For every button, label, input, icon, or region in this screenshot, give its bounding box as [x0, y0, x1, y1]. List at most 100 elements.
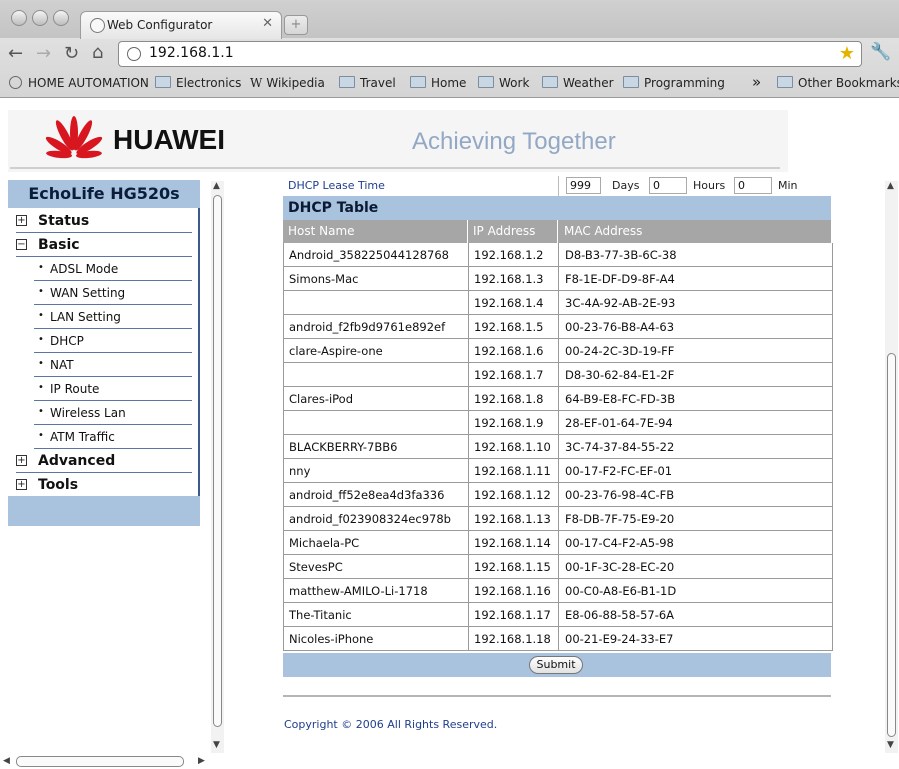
minimize-window-button[interactable] [32, 10, 48, 26]
bookmark-programming[interactable]: Programming [623, 76, 725, 90]
wrench-menu-icon[interactable]: 🔧 [870, 42, 891, 62]
bookmark-home[interactable]: Home [410, 76, 466, 90]
expand-plus-icon[interactable]: + [16, 215, 27, 226]
back-arrow-icon[interactable]: ← [8, 43, 23, 64]
scroll-left-arrow-icon[interactable]: ◀ [3, 756, 10, 766]
scroll-right-arrow-icon[interactable]: ▶ [198, 756, 205, 766]
bullet-icon: • [38, 430, 44, 441]
sidebar-item-dhcp[interactable]: • DHCP [34, 330, 192, 353]
bookmark-other-bookmarks[interactable]: Other Bookmarks [777, 76, 899, 90]
sidebar-item-status[interactable]: + Status [16, 210, 192, 233]
main-frame-scrollbar[interactable]: ▲ ▼ [885, 181, 898, 753]
sidebar-item-atm-traffic[interactable]: • ATM Traffic [34, 426, 192, 449]
scrollbar-thumb[interactable] [887, 353, 896, 737]
sidebar-item-ip-route[interactable]: • IP Route [34, 378, 192, 401]
page-info-icon[interactable] [127, 47, 141, 61]
zoom-window-button[interactable] [53, 10, 69, 26]
mac-address-cell: 3C-4A-92-AB-2E-93 [565, 296, 676, 310]
column-divider [558, 459, 559, 483]
bookmark-home-automation[interactable]: HOME AUTOMATION [9, 76, 149, 90]
ip-address-cell: 192.168.1.5 [474, 320, 544, 334]
mac-address-cell: 3C-74-37-84-55-22 [565, 440, 675, 454]
column-divider [468, 483, 469, 507]
folder-icon [542, 76, 558, 88]
column-divider [558, 411, 559, 435]
bookmark-star-icon[interactable]: ★ [839, 43, 855, 64]
ip-address-cell: 192.168.1.10 [474, 440, 551, 454]
column-divider [558, 315, 559, 339]
bookmark-weather[interactable]: Weather [542, 76, 614, 90]
wikipedia-icon: W [250, 76, 263, 90]
close-window-button[interactable] [11, 10, 27, 26]
table-row: android_f023908324ec978b 192.168.1.13 F8-D… [284, 507, 832, 531]
folder-icon [339, 76, 355, 88]
url-text: 192.168.1.1 [149, 45, 234, 61]
column-divider [468, 387, 469, 411]
ip-address-cell: 192.168.1.4 [474, 296, 544, 310]
column-divider [468, 267, 469, 291]
sidebar-item-basic[interactable]: − Basic [16, 234, 192, 257]
mac-address-cell: D8-30-62-84-E1-2F [565, 368, 675, 382]
lease-min-input[interactable]: 0 [734, 177, 772, 194]
mac-address-cell: 64-B9-E8-FC-FD-3B [565, 392, 676, 406]
sidebar-frame-scrollbar[interactable]: ▲ ▼ [211, 181, 224, 753]
mac-address-cell: 00-17-F2-FC-EF-01 [565, 464, 673, 478]
column-divider [468, 579, 469, 603]
sidebar-item-tools[interactable]: + Tools [16, 474, 192, 496]
sidebar: EchoLife HG520s + Status − Basic • ADSL M… [8, 180, 200, 526]
sidebar-item-wan-setting[interactable]: • WAN Setting [34, 282, 192, 305]
scroll-down-arrow-icon[interactable]: ▼ [213, 740, 220, 750]
expand-plus-icon[interactable]: + [16, 455, 27, 466]
column-divider [558, 579, 559, 603]
host-name-cell: Simons-Mac [289, 272, 359, 286]
scrollbar-thumb[interactable] [213, 195, 222, 727]
scroll-up-arrow-icon[interactable]: ▲ [887, 181, 894, 191]
scroll-down-arrow-icon[interactable]: ▼ [887, 740, 894, 750]
bullet-icon: • [38, 406, 44, 417]
mac-address-cell: 00-24-2C-3D-19-FF [565, 344, 675, 358]
table-row: Nicoles-iPhone 192.168.1.18 00-21-E9-24-33… [284, 627, 832, 651]
sidebar-frame-hscrollbar[interactable]: ◀ ▶ [0, 754, 210, 769]
bookmarks-overflow-chevron[interactable]: » [752, 73, 761, 91]
scroll-up-arrow-icon[interactable]: ▲ [213, 181, 220, 191]
bookmark-electronics[interactable]: Electronics [155, 76, 241, 90]
column-divider [468, 291, 469, 315]
host-name-cell: android_f023908324ec978b [289, 512, 451, 526]
min-label: Min [778, 179, 798, 192]
column-divider [558, 555, 559, 579]
sidebar-footer [8, 496, 200, 526]
ip-address-cell: 192.168.1.17 [474, 608, 551, 622]
expand-plus-icon[interactable]: + [16, 479, 27, 490]
ip-address-cell: 192.168.1.7 [474, 368, 544, 382]
column-divider [468, 507, 469, 531]
tab-web-configurator[interactable]: Web Configurator ✕ [80, 11, 282, 39]
sidebar-item-nat[interactable]: • NAT [34, 354, 192, 377]
close-tab-icon[interactable]: ✕ [262, 16, 273, 31]
lease-hours-input[interactable]: 0 [649, 177, 687, 194]
column-divider [468, 531, 469, 555]
submit-button[interactable]: Submit [529, 656, 583, 674]
mac-address-cell: D8-B3-77-3B-6C-38 [565, 248, 677, 262]
collapse-minus-icon[interactable]: − [16, 239, 27, 250]
home-icon[interactable]: ⌂ [92, 42, 103, 63]
scrollbar-thumb[interactable] [16, 756, 184, 767]
column-divider [558, 627, 559, 651]
lease-days-input[interactable]: 999 [566, 177, 601, 194]
new-tab-button[interactable]: + [284, 15, 308, 35]
bookmark-work[interactable]: Work [478, 76, 529, 90]
reload-icon[interactable]: ↻ [64, 43, 79, 64]
host-name-cell: Clares-iPod [289, 392, 354, 406]
folder-icon [410, 76, 426, 88]
address-bar[interactable]: 192.168.1.1 ★ [118, 41, 862, 67]
bookmark-wikipedia[interactable]: W Wikipedia [250, 76, 325, 90]
days-label: Days [612, 179, 640, 192]
sidebar-item-advanced[interactable]: + Advanced [16, 450, 192, 473]
ip-address-cell: 192.168.1.14 [474, 536, 551, 550]
sidebar-item-adsl-mode[interactable]: • ADSL Mode [34, 258, 192, 281]
forward-arrow-icon[interactable]: → [36, 43, 51, 64]
bookmark-travel[interactable]: Travel [339, 76, 396, 90]
sidebar-item-lan-setting[interactable]: • LAN Setting [34, 306, 192, 329]
column-host-name: Host Name [288, 224, 355, 238]
sidebar-item-wireless-lan[interactable]: • Wireless Lan [34, 402, 192, 425]
ip-address-cell: 192.168.1.12 [474, 488, 551, 502]
